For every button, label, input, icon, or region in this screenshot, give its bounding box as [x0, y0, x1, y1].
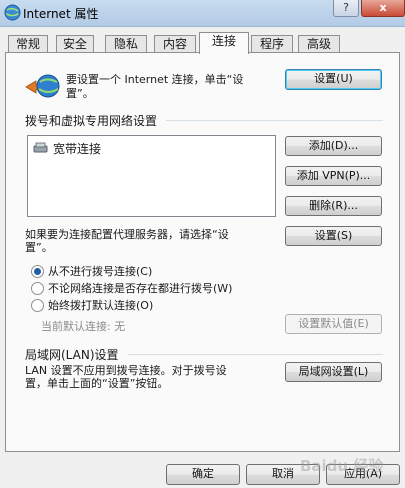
lan-description: LAN 设置不应用到拨号连接。对于拨号设 置，单击上面的“设置”按钮。 [25, 364, 280, 390]
tab-general[interactable]: 常规 [8, 35, 48, 53]
proxy-description: 如果要为连接配置代理服务器，请选择“设 置”。 [25, 228, 280, 254]
current-default-connection: 当前默认连接: 无 [41, 320, 126, 333]
setup-button[interactable]: 设置(U) [285, 69, 382, 90]
tab-advanced[interactable]: 高级 [298, 35, 340, 53]
radio-never-dial-label[interactable]: 从不进行拨号连接(C) [48, 263, 152, 279]
setup-description: 要设置一个 Internet 连接，单击“设 置”。 [66, 73, 278, 101]
lan-description-line2: 置，单击上面的“设置”按钮。 [25, 377, 169, 390]
remove-connection-button[interactable]: 删除(R)... [285, 196, 382, 216]
watermark: Baidu 经验 [300, 457, 384, 475]
title-bar: Internet 属性 ? x [0, 0, 405, 27]
help-button[interactable]: ? [333, 0, 359, 17]
radio-never-dial[interactable] [31, 265, 44, 278]
connection-name: 宽带连接 [53, 142, 102, 156]
connection-list[interactable]: 宽带连接 [27, 135, 276, 217]
proxy-description-line2: 置”。 [25, 241, 53, 254]
radio-dial-when-no-network-label[interactable]: 不论网络连接是否存在都进行拨号(W) [48, 280, 232, 296]
window-title: Internet 属性 [23, 7, 99, 21]
lan-group-divider [128, 354, 383, 355]
connections-panel: 要设置一个 Internet 连接，单击“设 置”。 设置(U) 拨号和虚拟专用… [5, 52, 400, 452]
setup-description-line2: 置”。 [66, 87, 94, 100]
tab-programs[interactable]: 程序 [251, 35, 293, 53]
internet-setup-icon [25, 74, 60, 98]
radio-dial-when-no-network[interactable] [31, 282, 44, 295]
add-vpn-button[interactable]: 添加 VPN(P)... [285, 166, 382, 186]
tab-content[interactable]: 内容 [154, 35, 196, 53]
broadband-connection-icon [33, 142, 48, 153]
ok-button[interactable]: 确定 [166, 464, 240, 485]
radio-always-dial-default-label[interactable]: 始终拨打默认连接(O) [48, 297, 153, 313]
proxy-settings-button[interactable]: 设置(S) [285, 226, 382, 246]
lan-settings-button[interactable]: 局域网设置(L) [285, 362, 382, 382]
tab-connections[interactable]: 连接 [199, 32, 249, 54]
lan-group-title: 局域网(LAN)设置 [25, 348, 119, 362]
lan-description-line1: LAN 设置不应用到拨号连接。对于拨号设 [25, 364, 227, 377]
dialup-group-divider [166, 120, 383, 121]
tab-privacy[interactable]: 隐私 [105, 35, 147, 53]
set-default-button[interactable]: 设置默认值(E) [285, 314, 382, 334]
close-button[interactable]: x [361, 0, 405, 17]
radio-always-dial-default[interactable] [31, 299, 44, 312]
setup-description-line1: 要设置一个 Internet 连接，单击“设 [66, 73, 244, 86]
dialup-group-title: 拨号和虚拟专用网络设置 [25, 114, 158, 128]
proxy-description-line1: 如果要为连接配置代理服务器，请选择“设 [25, 228, 229, 241]
internet-globe-icon [4, 4, 21, 21]
add-connection-button[interactable]: 添加(D)... [285, 136, 382, 156]
tab-security[interactable]: 安全 [56, 35, 94, 53]
